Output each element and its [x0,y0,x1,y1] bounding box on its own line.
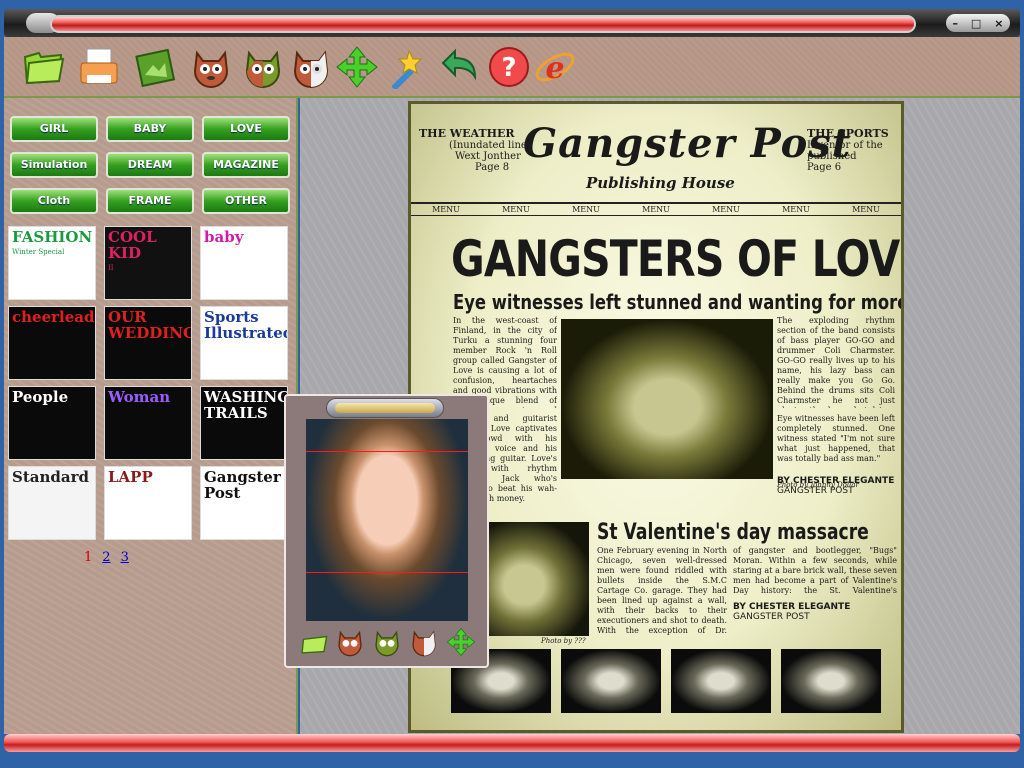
pager: 1 2 3 [84,550,129,565]
category-cloth-button[interactable]: Cloth [10,188,98,214]
menu-item: MENU [642,205,670,214]
face-icon-1[interactable] [188,44,234,90]
menu-item: MENU [782,205,810,214]
photo-preview-panel[interactable] [284,394,489,668]
headline: GANGSTERS OF LOVE? [451,230,904,288]
menu-item: MENU [852,205,880,214]
template-thumbnail[interactable]: baby [200,226,288,300]
article-col-right-2: Eye witnesses have been left completely … [777,414,895,463]
newspaper-menu: MENU MENU MENU MENU MENU MENU MENU [411,202,901,216]
window-controls: – □ × [946,14,1010,32]
menu-item: MENU [432,205,460,214]
subheadline: Eye witnesses left stunned and wanting f… [453,290,904,314]
category-frame-button[interactable]: FRAME [106,188,194,214]
title-bar-fill [50,15,916,33]
second-photo-slot[interactable] [481,522,589,636]
page-1-link[interactable]: 1 [84,550,92,565]
title-bar[interactable]: – □ × [4,9,1020,37]
thumbnail-title: baby [204,228,244,246]
photo-panel-handle[interactable] [326,398,444,418]
print-icon[interactable] [76,44,122,90]
thumbnail-title: cheerleader [12,308,95,326]
thumbnail-subtitle: II [108,264,114,272]
minimize-button[interactable]: – [952,17,958,30]
template-thumbnail[interactable]: Sports Illustrated [200,306,288,380]
byline-1: BY CHESTER ELEGANTE GANGSTER POST [777,476,895,496]
move-arrows-icon[interactable] [446,627,476,661]
open-folder-icon[interactable] [20,44,66,90]
face-icon-3[interactable] [409,627,439,661]
status-bar [4,734,1020,752]
wand-icon[interactable] [382,44,428,90]
template-thumbnail[interactable]: Gangster Post [200,466,288,540]
second-headline: St Valentine's day massacre [597,520,869,545]
thumbnail-title: Sports Illustrated [204,308,288,342]
category-simulation-button[interactable]: Simulation [10,152,98,178]
thumbnail-title: People [12,388,69,406]
category-girl-button[interactable]: GIRL [10,116,98,142]
thumbnail-subtitle: Winter Special [12,248,65,256]
portrait-photo[interactable] [306,419,468,621]
thumbnail-title: Woman [108,388,171,406]
category-love-button[interactable]: LOVE [202,116,290,142]
template-thumbnail[interactable]: LAPP [104,466,192,540]
face-icon-1[interactable] [335,627,365,661]
save-image-icon[interactable] [132,44,178,90]
menu-item: MENU [712,205,740,214]
page-2-link[interactable]: 2 [102,550,110,565]
photo-credit-2: Photo by ??? [541,637,586,645]
category-other-button[interactable]: OTHER [202,188,290,214]
weather-box: THE WEATHER (Inundated line) Wext Jonthe… [419,127,531,173]
svg-text:e: e [545,51,564,86]
photo-strip-slot[interactable] [561,649,661,713]
thumbnail-title: LAPP [108,468,153,486]
photo-strip-slot[interactable] [671,649,771,713]
undo-icon[interactable] [436,44,482,90]
photo-strip-slot[interactable] [781,649,881,713]
template-thumbnail[interactable]: COOL KID II [104,226,192,300]
move-arrows-icon[interactable] [334,44,380,90]
main-photo-slot[interactable] [561,319,773,479]
category-dream-button[interactable]: DREAM [106,152,194,178]
app-window: – □ × ? e GIRL BABY LOVE Simulation DREA… [0,0,1024,768]
category-magazine-button[interactable]: MAGAZINE [202,152,290,178]
menu-item: MENU [572,205,600,214]
page-3-link[interactable]: 3 [121,550,129,565]
article-col-right: The exploding rhythm section of the band… [777,316,895,408]
main-toolbar: ? e [4,37,1020,98]
newspaper-masthead: Gangster Post [523,120,852,167]
svg-text:?: ? [501,53,516,83]
thumbnail-title: OUR WEDDING [108,308,192,342]
open-folder-icon[interactable] [298,627,328,661]
internet-explorer-icon[interactable]: e [532,44,578,90]
template-thumbnail[interactable]: OUR WEDDING [104,306,192,380]
article-col-3: One February evening in North Chicago, s… [597,546,727,635]
template-thumbnail[interactable]: Woman [104,386,192,460]
template-thumbnail[interactable]: People [8,386,96,460]
face-icon-2[interactable] [372,627,402,661]
crop-box[interactable] [306,451,468,573]
thumbnail-title: Standard [12,468,89,486]
template-thumbnail[interactable]: FASHION Winter Special [8,226,96,300]
article-col-4: of gangster and bootlegger, "Bugs" Moran… [733,546,897,595]
photo-panel-toolbar [294,626,480,662]
face-icon-2[interactable] [240,44,286,90]
template-thumbnail[interactable]: cheerleader [8,306,96,380]
template-thumbnail[interactable]: Standard [8,466,96,540]
thumbnail-title: Gangster Post [204,468,281,502]
menu-item: MENU [502,205,530,214]
byline-2: BY CHESTER ELEGANTE GANGSTER POST [733,602,851,622]
maximize-button[interactable]: □ [971,17,981,30]
template-thumbnail[interactable]: WASHINGTON TRAILS [200,386,288,460]
publisher-line: Publishing House [586,174,735,192]
template-panel: GIRL BABY LOVE Simulation DREAM MAGAZINE… [4,98,298,734]
thumbnail-title: COOL KID [108,228,157,262]
face-icon-3[interactable] [288,44,334,90]
close-button[interactable]: × [994,17,1003,30]
category-baby-button[interactable]: BABY [106,116,194,142]
thumbnail-title: FASHION [12,228,93,246]
help-icon[interactable]: ? [486,44,532,90]
thumbnail-title: WASHINGTON TRAILS [204,388,288,422]
